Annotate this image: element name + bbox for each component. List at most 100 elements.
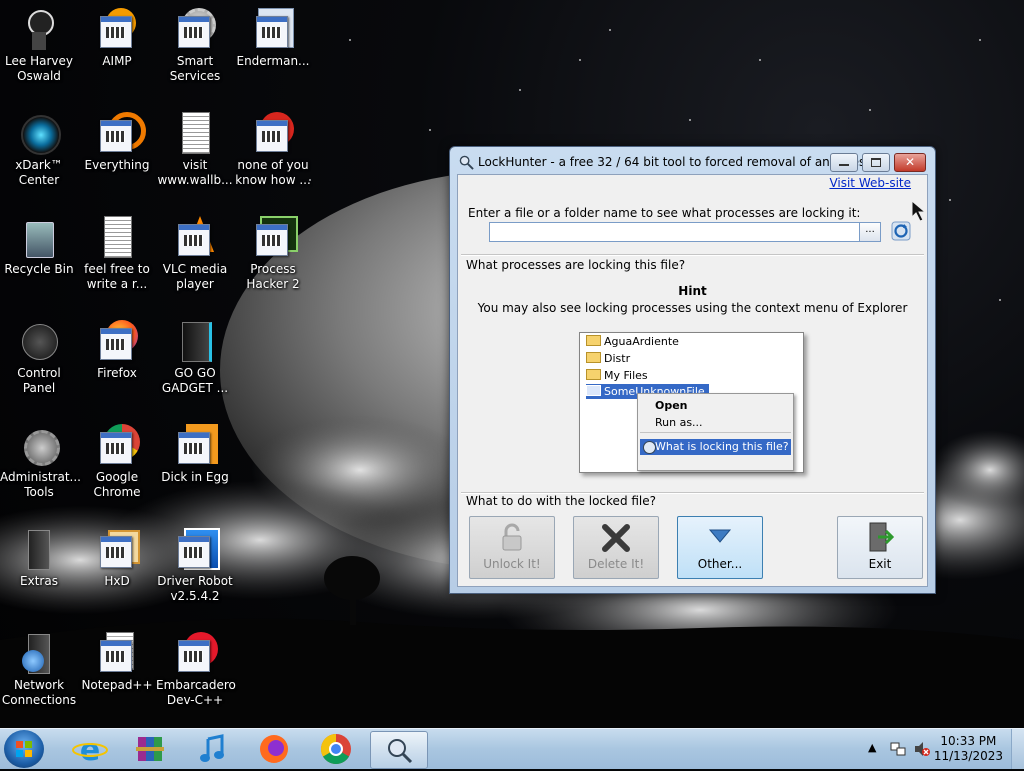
refresh-icon[interactable] — [891, 221, 911, 241]
desktop-icon-vlc-media-player[interactable]: VLC media player — [156, 214, 234, 292]
icon-label: Lee Harvey Oswald — [5, 54, 73, 83]
exit-button[interactable]: Exit — [837, 516, 923, 579]
music-note-icon — [200, 734, 224, 762]
icon-label: xDark™ Center — [15, 158, 63, 187]
folder-icon — [586, 335, 601, 346]
desktop-icon-go-go-gadget[interactable]: GO GO GADGET ... — [156, 318, 234, 396]
chevron-down-icon — [708, 529, 732, 543]
browse-button[interactable]: ... — [859, 222, 881, 242]
desktop-icon-notepad-plus-plus[interactable]: Notepad++ — [78, 630, 156, 693]
delete-x-icon — [602, 524, 630, 552]
path-input[interactable] — [489, 222, 861, 242]
icon-label: Administrat... Tools — [0, 470, 81, 499]
maximize-icon — [871, 158, 881, 167]
minimize-button[interactable] — [830, 153, 858, 172]
desktop-icon-administrative-tools[interactable]: Administrat... Tools — [0, 422, 81, 500]
context-what-is-locking: What is locking this file? — [640, 439, 791, 455]
icon-label: Dick in Egg — [161, 470, 229, 484]
desktop-icon-feel-free-to-write[interactable]: feel free to write a r... — [78, 214, 156, 292]
icon-label: Driver Robot v2.5.4.2 — [157, 574, 233, 603]
desktop-icon-enderman[interactable]: Enderman... — [234, 6, 312, 69]
firefox-icon — [260, 735, 288, 763]
internet-explorer-icon: e — [72, 733, 108, 768]
taskbar-winrar[interactable] — [122, 731, 178, 767]
desktop-icon-aimp[interactable]: AIMP — [78, 6, 156, 69]
unlock-button[interactable]: Unlock It! — [469, 516, 555, 579]
taskbar-chrome[interactable] — [308, 731, 364, 767]
show-desktop-button[interactable] — [1011, 729, 1024, 769]
close-button[interactable]: ✕ — [894, 153, 926, 172]
window-title: LockHunter - a free 32 / 64 bit tool to … — [478, 155, 866, 169]
icon-label: Google Chrome — [93, 470, 141, 499]
folder-item: Distr — [586, 351, 630, 366]
svg-text:e: e — [80, 733, 100, 767]
icon-label: Process Hacker 2 — [246, 262, 300, 291]
show-hidden-icons-button[interactable]: ▲ — [868, 741, 876, 754]
icon-label: VLC media player — [162, 262, 228, 291]
taskbar: e ▲ 10:33 PM 11/13/2023 — [0, 728, 1024, 769]
desktop-icon-none-of-you-know[interactable]: none of you know how ... — [234, 110, 312, 188]
folder-icon — [586, 369, 601, 380]
other-button[interactable]: Other... — [677, 516, 763, 579]
hint-title: Hint — [678, 284, 707, 298]
windows-logo-icon — [16, 741, 32, 757]
taskbar-lockhunter[interactable] — [370, 731, 428, 769]
desktop-icon-google-chrome[interactable]: Google Chrome — [78, 422, 156, 500]
archive-books-icon — [136, 737, 164, 761]
window-client-area: Visit Web-site Enter a file or a folder … — [457, 174, 928, 587]
icon-label: Everything — [84, 158, 150, 172]
desktop-icon-dick-in-egg[interactable]: Dick in Egg — [156, 422, 234, 485]
icon-label: Recycle Bin — [4, 262, 74, 276]
desktop-icon-lee-harvey-oswald[interactable]: Lee Harvey Oswald — [0, 6, 78, 84]
folder-item: My Files — [586, 368, 648, 383]
delete-button[interactable]: Delete It! — [573, 516, 659, 579]
desktop-icon-process-hacker-2[interactable]: Process Hacker 2 — [234, 214, 312, 292]
system-clock[interactable]: 10:33 PM 11/13/2023 — [934, 734, 1003, 764]
context-menu: Open Run as... What is locking this file… — [637, 393, 794, 471]
desktop-icon-embarcadero-dev-cpp[interactable]: Embarcadero Dev-C++ — [156, 630, 236, 708]
desktop-icon-everything[interactable]: Everything — [78, 110, 156, 173]
taskbar-firefox[interactable] — [246, 731, 302, 767]
taskbar-music-player[interactable] — [184, 731, 240, 767]
maximize-button[interactable] — [862, 153, 890, 172]
icon-label: Embarcadero Dev-C++ — [156, 678, 236, 707]
icon-label: Network Connections — [1, 678, 77, 707]
divider — [461, 254, 924, 256]
desktop-icon-driver-robot[interactable]: Driver Robot v2.5.4.2 — [156, 526, 234, 604]
icon-label: Notepad++ — [81, 678, 153, 692]
folder-icon — [586, 352, 601, 363]
icon-label: GO GO GADGET ... — [161, 366, 229, 395]
desktop-icon-extras[interactable]: Extras — [0, 526, 78, 589]
desktop-icon-xdark-center[interactable]: xDark™ Center — [0, 110, 78, 188]
file-icon — [586, 385, 601, 396]
hint-text: You may also see locking processes using… — [477, 301, 908, 315]
close-icon: ✕ — [904, 155, 916, 169]
magnifier-gear-icon — [388, 739, 413, 764]
icon-label: Firefox — [97, 366, 137, 380]
desktop-icon-firefox[interactable]: Firefox — [78, 318, 156, 381]
desktop-icon-control-panel[interactable]: Control Panel — [0, 318, 78, 396]
context-separator — [640, 432, 791, 433]
icon-label: AIMP — [102, 54, 132, 68]
chrome-icon — [320, 734, 351, 765]
icon-label: Smart Services — [169, 54, 221, 83]
desktop-icon-smart-services[interactable]: Smart Services — [156, 6, 234, 84]
icon-label: Extras — [20, 574, 58, 588]
lockhunter-window[interactable]: LockHunter - a free 32 / 64 bit tool to … — [449, 146, 936, 594]
action-section-label: What to do with the locked file? — [466, 494, 657, 508]
mouse-cursor-icon — [911, 200, 927, 222]
desktop-icon-visit-wallb[interactable]: visit www.wallb... — [156, 110, 234, 188]
start-button[interactable] — [4, 730, 44, 768]
context-run-as: Run as... — [655, 416, 703, 429]
desktop-icon-hxd[interactable]: HxD — [78, 526, 156, 589]
minimize-icon — [839, 164, 849, 166]
visit-website-link[interactable]: Visit Web-site — [829, 176, 911, 190]
volume-muted-icon[interactable] — [913, 740, 931, 758]
desktop-icon-recycle-bin[interactable]: Recycle Bin — [0, 214, 78, 277]
clock-date: 11/13/2023 — [933, 749, 1003, 763]
desktop-icon-network-connections[interactable]: Network Connections — [0, 630, 78, 708]
icon-label: feel free to write a r... — [84, 262, 150, 291]
network-icon[interactable] — [889, 740, 907, 758]
path-prompt-label: Enter a file or a folder name to see wha… — [468, 206, 861, 220]
taskbar-internet-explorer[interactable]: e — [62, 731, 118, 768]
